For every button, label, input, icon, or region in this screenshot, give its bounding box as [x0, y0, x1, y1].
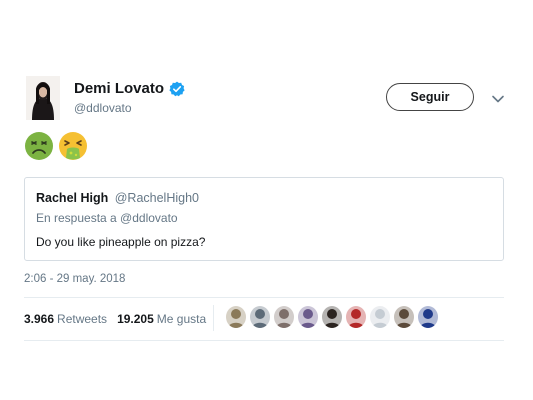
- quoted-author-handle[interactable]: @RachelHigh0: [115, 191, 199, 205]
- author-avatar[interactable]: [26, 76, 60, 120]
- author-name-row: Demi Lovato: [74, 80, 185, 97]
- retweets-label: Retweets: [57, 312, 108, 326]
- tweet-stats: 3.966 Retweets 19.205 Me gusta: [24, 312, 206, 326]
- quoted-reply-context: En respuesta a @ddlovato: [36, 211, 178, 225]
- retweets-count: 3.966: [24, 312, 55, 326]
- author-handle[interactable]: @ddlovato: [74, 101, 132, 115]
- chevron-down-icon[interactable]: [491, 91, 505, 103]
- liker-avatar-3[interactable]: [274, 306, 294, 328]
- liker-avatar-5[interactable]: [322, 306, 342, 328]
- nauseated-face-icon: [25, 132, 53, 160]
- liker-avatar-6[interactable]: [346, 306, 366, 328]
- quoted-tweet-text: Do you like pineapple on pizza?: [36, 235, 206, 249]
- likes-stat[interactable]: 19.205 Me gusta: [117, 312, 206, 326]
- verified-badge-icon: [169, 81, 185, 97]
- tweet-timestamp[interactable]: 2:06 - 29 may. 2018: [24, 273, 125, 285]
- liker-avatar-8[interactable]: [394, 306, 414, 328]
- quoted-tweet[interactable]: Rachel High @RachelHigh0 En respuesta a …: [24, 177, 504, 261]
- vomiting-face-icon: [59, 132, 87, 160]
- divider: [24, 340, 504, 341]
- liker-avatar-4[interactable]: [298, 306, 318, 328]
- liker-avatars: [226, 306, 438, 328]
- quoted-author-row: Rachel High @RachelHigh0: [36, 191, 199, 205]
- liker-avatar-9[interactable]: [418, 306, 438, 328]
- follow-button[interactable]: Seguir: [386, 83, 474, 111]
- retweets-stat[interactable]: 3.966 Retweets: [24, 312, 107, 326]
- divider: [24, 297, 504, 298]
- tweet-text: [24, 131, 88, 161]
- liker-avatar-2[interactable]: [250, 306, 270, 328]
- quoted-author-name[interactable]: Rachel High: [36, 191, 108, 205]
- divider: [213, 305, 214, 331]
- liker-avatar-7[interactable]: [370, 306, 390, 328]
- liker-avatar-1[interactable]: [226, 306, 246, 328]
- tweet-card: Demi Lovato @ddlovato Seguir Rachel High…: [0, 0, 533, 400]
- likes-count: 19.205: [117, 312, 154, 326]
- author-name[interactable]: Demi Lovato: [74, 80, 164, 97]
- likes-label: Me gusta: [156, 312, 207, 326]
